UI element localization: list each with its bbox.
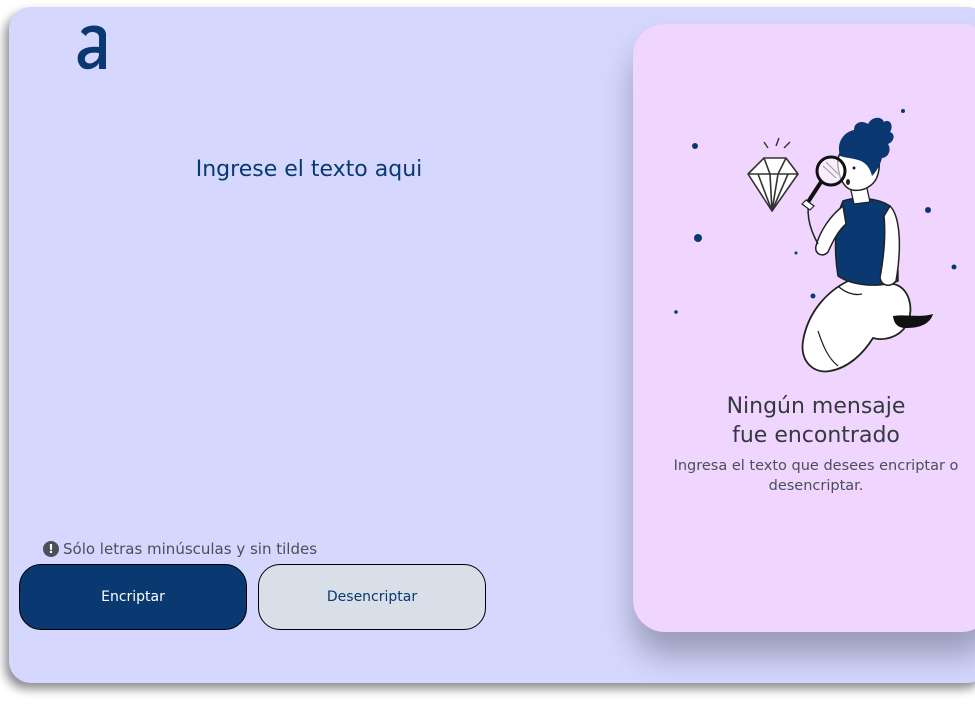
decrypt-button[interactable]: Desencriptar — [258, 564, 486, 630]
empty-state-description: Ingresa el texto que desees encriptar o … — [673, 458, 959, 494]
text-input[interactable] — [49, 157, 569, 527]
exclamation-circle-icon: ! — [43, 541, 59, 557]
app-container: ! Sólo letras minúsculas y sin tildes En… — [9, 7, 975, 683]
empty-state-title: Ningún mensaje fue encontrado — [726, 394, 906, 448]
output-panel: Ningún mensaje fue encontrado Ingresa el… — [633, 24, 975, 632]
alura-logo[interactable] — [75, 20, 111, 72]
person-with-magnifier-illustration — [674, 109, 957, 378]
input-hint: ! Sólo letras minúsculas y sin tildes — [43, 540, 317, 558]
encrypt-button[interactable]: Encriptar — [19, 564, 247, 630]
hint-text: Sólo letras minúsculas y sin tildes — [63, 540, 318, 558]
